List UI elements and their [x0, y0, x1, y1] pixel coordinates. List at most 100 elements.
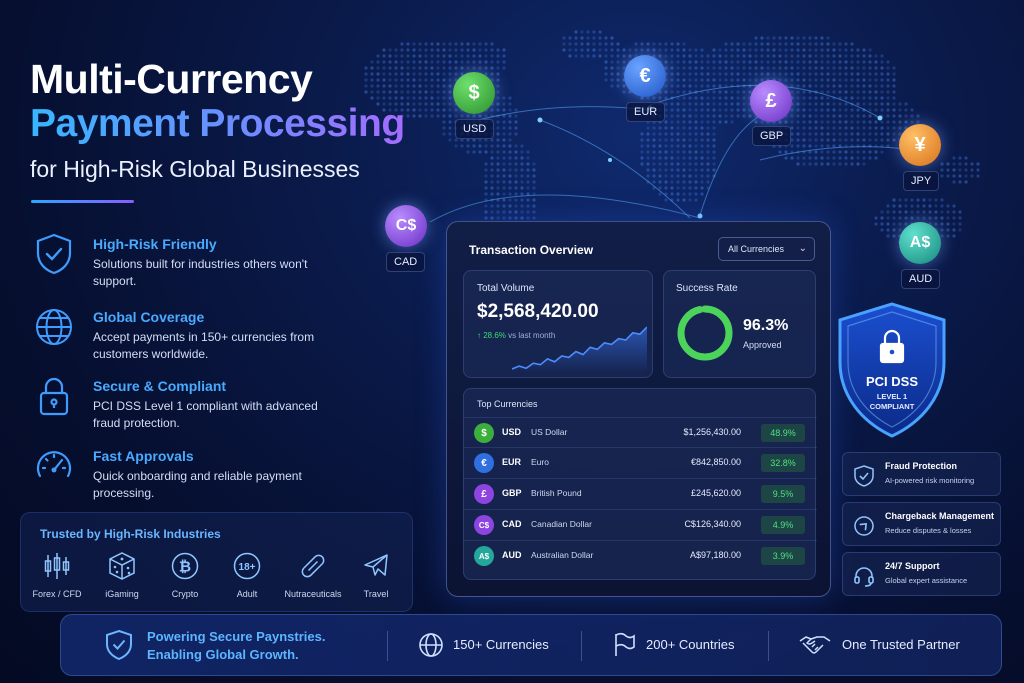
map-dot [832, 72, 836, 76]
map-dot [670, 150, 674, 154]
map-dot [892, 114, 896, 118]
bottom-tagline-2: Enabling Global Growth. [147, 647, 299, 662]
map-dot [382, 48, 386, 52]
map-dot [610, 60, 614, 64]
map-dot [826, 36, 830, 40]
map-dot [436, 60, 440, 64]
map-dot [694, 60, 698, 64]
map-dot [436, 96, 440, 100]
map-dot [904, 114, 908, 118]
map-dot [394, 54, 398, 58]
map-dot [496, 60, 500, 64]
map-dot [460, 48, 464, 52]
map-dot [856, 90, 860, 94]
map-dot [826, 114, 830, 118]
map-dot [808, 126, 812, 130]
map-dot [694, 126, 698, 130]
map-dot [568, 48, 572, 52]
feature-secure: Secure & Compliant PCI DSS Level 1 compl… [30, 374, 360, 438]
currency-name: Euro [531, 457, 549, 467]
map-dot [688, 72, 692, 76]
map-dot [778, 60, 782, 64]
map-dot [904, 210, 908, 214]
map-dot [508, 186, 512, 190]
map-dot [724, 96, 728, 100]
map-dot [796, 60, 800, 64]
map-dot [886, 72, 890, 76]
map-dot [952, 210, 956, 214]
map-dot [640, 150, 644, 154]
coin-label-cad: CAD [386, 252, 426, 272]
currency-name: Australian Dollar [531, 550, 594, 560]
currency-filter-select[interactable]: All Currencies ⌄ [718, 237, 815, 261]
industry-adult: 18+ Adult [215, 551, 279, 599]
map-dot [526, 180, 530, 184]
map-dot [664, 48, 668, 52]
map-dot [388, 60, 392, 64]
map-dot [934, 198, 938, 202]
map-dot [706, 174, 710, 178]
map-dot [970, 174, 974, 178]
map-dot [832, 138, 836, 142]
map-dot [526, 174, 530, 178]
map-dot [490, 162, 494, 166]
map-dot [688, 108, 692, 112]
map-dot [526, 210, 530, 214]
table-row[interactable]: £ GBP British Pound £245,620.00 9.5% [464, 478, 817, 508]
map-dot [886, 96, 890, 100]
map-dot [862, 54, 866, 58]
map-dot [868, 150, 872, 154]
map-dot [394, 96, 398, 100]
map-dot [364, 72, 368, 76]
table-row[interactable]: A$ AUD Australian Dollar A$97,180.00 3.9… [464, 540, 817, 570]
table-row[interactable]: € EUR Euro €842,850.00 32.8% [464, 447, 817, 477]
map-dot [772, 36, 776, 40]
map-dot [694, 108, 698, 112]
map-dot [364, 66, 368, 70]
map-dot [838, 60, 842, 64]
map-dot [814, 114, 818, 118]
map-dot [484, 216, 488, 220]
map-dot [880, 132, 884, 136]
map-dot [802, 72, 806, 76]
map-dot [688, 144, 692, 148]
headset-icon [854, 567, 874, 587]
map-dot [694, 78, 698, 82]
map-dot [508, 132, 512, 136]
18-plus-icon: 18+ [233, 552, 261, 580]
map-dot [454, 144, 458, 148]
map-dot [442, 84, 446, 88]
map-dot [808, 162, 812, 166]
map-dot [646, 174, 650, 178]
map-dot [850, 54, 854, 58]
map-dot [694, 114, 698, 118]
map-dot [436, 42, 440, 46]
map-dot [430, 72, 434, 76]
map-dot [436, 114, 440, 118]
refresh-shield-icon [854, 516, 874, 536]
map-dot [808, 120, 812, 124]
map-dot [706, 102, 710, 106]
map-dot [838, 42, 842, 46]
map-dot [874, 72, 878, 76]
map-dot [820, 42, 824, 46]
map-dot [592, 48, 596, 52]
map-dot [862, 114, 866, 118]
map-dot [754, 66, 758, 70]
map-dot [784, 54, 788, 58]
map-dot [676, 60, 680, 64]
map-dot [814, 90, 818, 94]
map-dot [802, 90, 806, 94]
map-dot [880, 120, 884, 124]
map-dot [940, 174, 944, 178]
table-row[interactable]: $ USD US Dollar $1,256,430.00 48.9% [464, 417, 817, 447]
table-row[interactable]: C$ CAD Canadian Dollar C$126,340.00 4.9% [464, 509, 817, 539]
map-dot [520, 150, 524, 154]
map-dot [946, 204, 950, 208]
map-dot [730, 78, 734, 82]
map-dot [688, 186, 692, 190]
map-dot [868, 138, 872, 142]
map-dot [958, 216, 962, 220]
map-dot [850, 72, 854, 76]
map-dot [484, 192, 488, 196]
